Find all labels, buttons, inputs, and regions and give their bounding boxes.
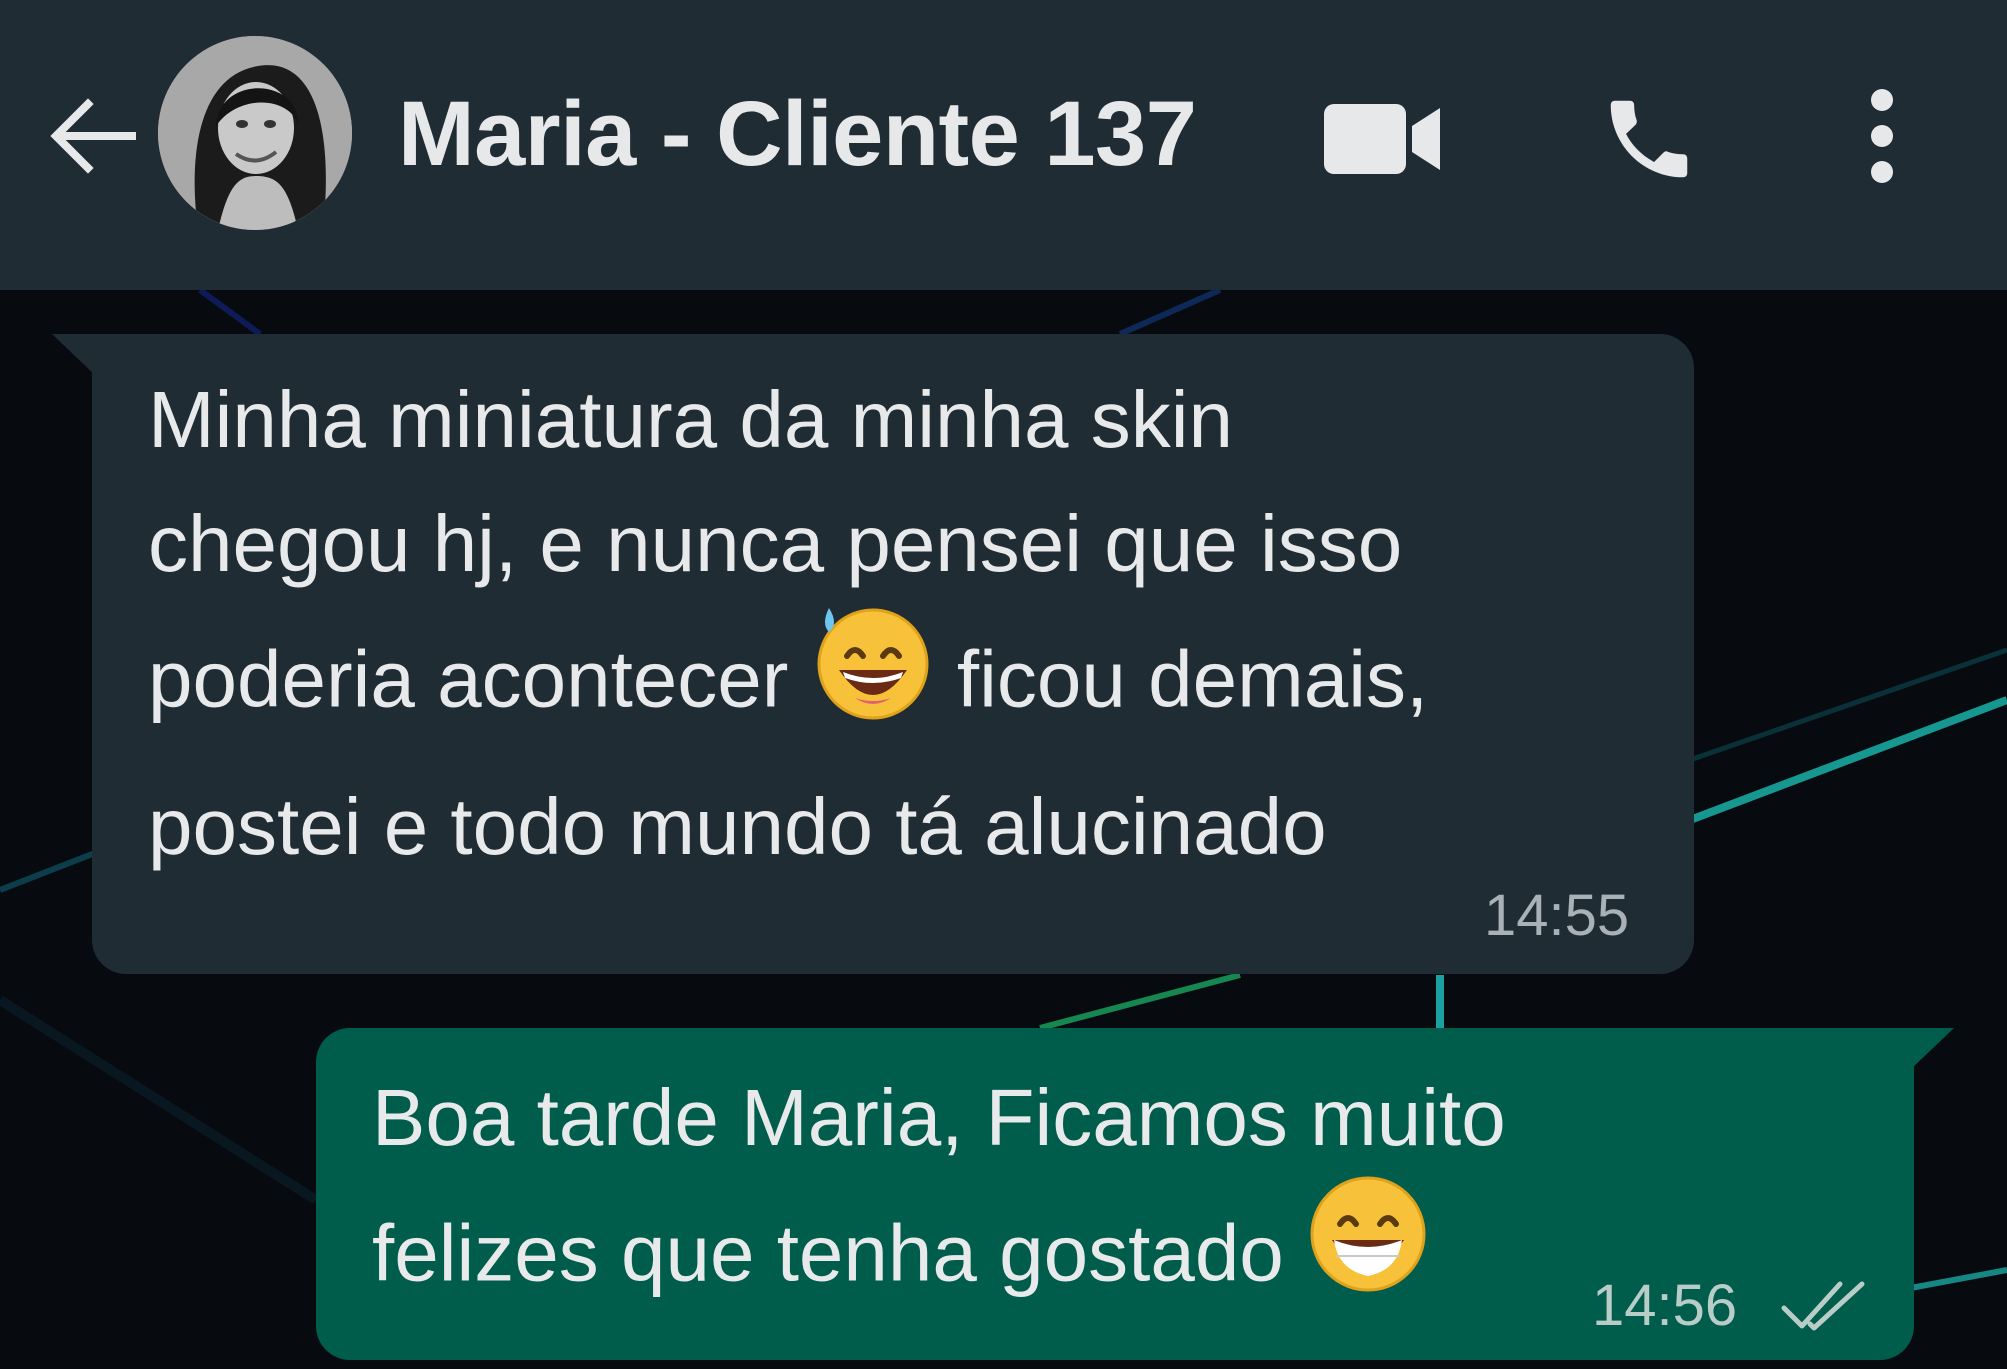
- contact-name[interactable]: Maria - Cliente 137: [398, 82, 1197, 187]
- avatar-photo: [158, 36, 352, 230]
- beaming-face-with-smiling-eyes-emoji: [1306, 1172, 1430, 1331]
- chat-screen: Maria - Cliente 137 Minha miniatura da m…: [0, 0, 2007, 1369]
- incoming-line-4: postei e todo mundo tá alucinado: [148, 782, 1327, 871]
- phone-icon[interactable]: [1598, 88, 1700, 190]
- outgoing-line-2a: felizes que tenha gostado: [372, 1208, 1284, 1298]
- more-vert-icon[interactable]: [1862, 86, 1902, 186]
- incoming-message-time: 14:55: [1484, 883, 1630, 948]
- outgoing-message-time: 14:56: [1592, 1273, 1738, 1338]
- read-double-check-icon: [1781, 1281, 1865, 1331]
- outgoing-message-text: Boa tarde Maria, Ficamos muito felizes q…: [372, 1056, 1506, 1339]
- outgoing-line-2: felizes que tenha gostado: [372, 1176, 1506, 1339]
- incoming-bubble-tail: [52, 334, 96, 376]
- video-camera-icon[interactable]: [1322, 100, 1442, 178]
- incoming-line-1: Minha miniatura da minha skin: [148, 375, 1233, 464]
- incoming-message-text: Minha miniatura da minha skin chegou hj,…: [148, 358, 1428, 889]
- incoming-line-3a: poderia acontecer: [148, 634, 789, 724]
- avatar[interactable]: [158, 36, 352, 230]
- chat-header: Maria - Cliente 137: [0, 0, 2007, 290]
- incoming-line-3b: ficou demais,: [956, 634, 1429, 724]
- incoming-line-3: poderia acontecer ficou demais,: [148, 606, 1428, 765]
- outgoing-line-1: Boa tarde Maria, Ficamos muito: [372, 1073, 1506, 1162]
- back-arrow-icon[interactable]: [44, 88, 140, 184]
- grinning-face-with-sweat-emoji: [811, 598, 935, 757]
- incoming-line-2: chegou hj, e nunca pensei que isso: [148, 499, 1403, 588]
- outgoing-bubble-tail: [1910, 1028, 1954, 1070]
